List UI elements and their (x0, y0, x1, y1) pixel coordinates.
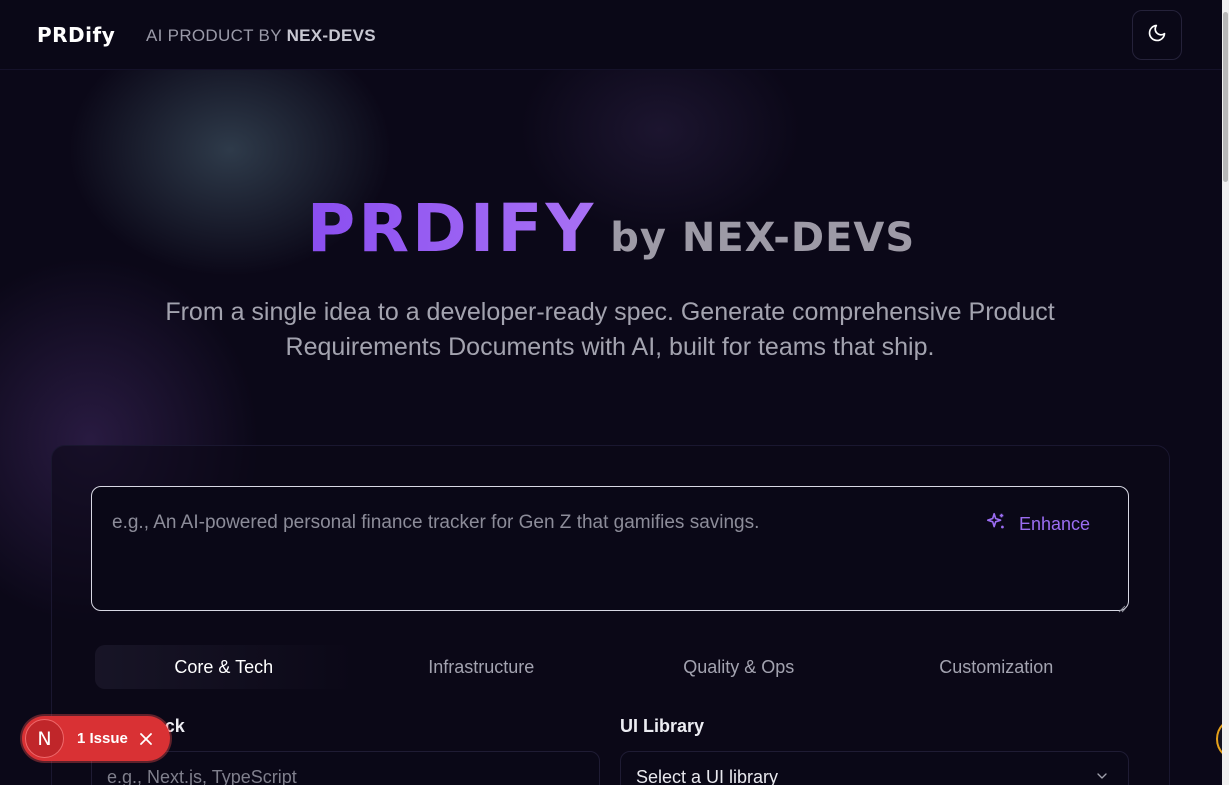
close-icon[interactable] (139, 732, 152, 745)
logo[interactable]: PRDify (37, 23, 115, 47)
scrollbar-thumb[interactable] (1223, 12, 1228, 182)
theme-toggle-button[interactable] (1132, 10, 1182, 60)
product-idea-textarea[interactable]: e.g., An AI-powered personal finance tra… (91, 486, 1129, 613)
hero-subtitle: From a single idea to a developer-ready … (165, 298, 1055, 361)
tab-infrastructure[interactable]: Infrastructure (353, 645, 611, 689)
resize-grip-icon[interactable] (1118, 600, 1126, 613)
idea-placeholder: e.g., An AI-powered personal finance tra… (112, 512, 760, 533)
tagline-brand: NEX-DEVS (286, 26, 376, 45)
enhance-label: Enhance (1019, 513, 1091, 534)
hero-by-line: by NEX-DEVS (610, 215, 916, 261)
dev-issues-badge[interactable]: N 1 Issue (22, 716, 170, 761)
hero-brand: PRDIFY (306, 190, 597, 267)
sparkles-icon (985, 511, 1007, 538)
hero-title: PRDIFY by NEX-DEVS (0, 190, 1222, 267)
ui-library-select[interactable]: Select a UI library (620, 751, 1129, 785)
tab-core-tech[interactable]: Core & Tech (95, 645, 353, 689)
ui-library-value: Select a UI library (636, 767, 779, 785)
header-tagline: AI PRODUCT BY NEX-DEVS (146, 26, 376, 46)
tab-quality-ops[interactable]: Quality & Ops (610, 645, 868, 689)
issue-count-label[interactable]: 1 Issue (77, 730, 128, 747)
tech-stack-placeholder: e.g., Next.js, TypeScript (107, 767, 297, 785)
ui-library-label: UI Library (620, 716, 705, 736)
top-navbar: PRDify AI PRODUCT BY NEX-DEVS (0, 0, 1222, 70)
settings-tabs: Core & Tech Infrastructure Quality & Ops… (95, 645, 1125, 689)
chevron-down-icon (1094, 768, 1110, 785)
nextjs-logo-icon[interactable]: N (25, 719, 64, 758)
tab-customization[interactable]: Customization (868, 645, 1126, 689)
tagline-prefix: AI PRODUCT BY (146, 26, 282, 45)
page-scrollbar[interactable] (1222, 0, 1229, 785)
tech-stack-input[interactable]: e.g., Next.js, TypeScript (91, 751, 600, 785)
moon-icon (1147, 23, 1167, 48)
enhance-button[interactable]: Enhance (985, 509, 1090, 539)
